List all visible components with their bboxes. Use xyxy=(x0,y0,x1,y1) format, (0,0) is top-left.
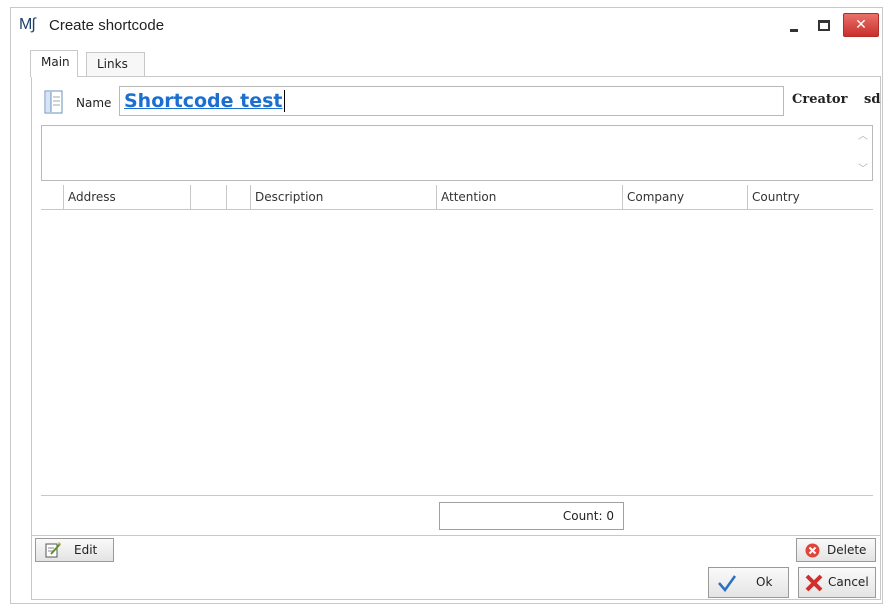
tab-main[interactable]: Main xyxy=(30,50,78,77)
description-textarea[interactable]: ︿ ﹀ xyxy=(41,125,873,181)
ok-button[interactable]: Ok xyxy=(708,567,789,598)
dialog-window: M∫ Create shortcode ✕ Main Links Name Sh… xyxy=(10,7,883,604)
name-input-value: Shortcode test xyxy=(124,90,285,112)
tab-links[interactable]: Links xyxy=(86,52,145,76)
column-header-blank-1[interactable] xyxy=(190,185,226,209)
cancel-label: Cancel xyxy=(828,575,869,589)
cancel-x-icon xyxy=(805,574,823,592)
cancel-button[interactable]: Cancel xyxy=(798,567,876,598)
column-header-attention[interactable]: Attention xyxy=(436,185,622,209)
column-header-address[interactable]: Address xyxy=(63,185,190,209)
name-label: Name xyxy=(76,96,112,110)
grid-header: Address Description Attention Company Co… xyxy=(41,185,873,210)
delete-icon xyxy=(805,543,820,558)
column-header-description[interactable]: Description xyxy=(250,185,436,209)
grid-footer-divider xyxy=(41,495,873,496)
edit-icon xyxy=(45,542,61,558)
toolbar-divider xyxy=(32,535,880,536)
grid-body[interactable] xyxy=(41,210,873,494)
edit-button[interactable]: Edit xyxy=(35,538,114,562)
ok-label: Ok xyxy=(756,575,773,589)
name-input[interactable]: Shortcode test xyxy=(119,86,784,116)
maximize-icon[interactable] xyxy=(812,14,834,38)
column-header-country[interactable]: Country xyxy=(747,185,873,209)
column-header-company[interactable]: Company xyxy=(622,185,747,209)
close-icon[interactable]: ✕ xyxy=(843,13,879,37)
edit-label: Edit xyxy=(74,543,98,557)
main-tab-panel: Name Shortcode test Creator sd ︿ ﹀ Addre… xyxy=(31,76,881,600)
window-title: Create shortcode xyxy=(49,17,165,34)
delete-label: Delete xyxy=(827,543,867,557)
scroll-down-icon[interactable]: ﹀ xyxy=(857,164,869,176)
count-display: Count: 0 xyxy=(439,502,624,530)
title-bar[interactable]: M∫ Create shortcode ✕ xyxy=(11,8,882,44)
creator-value: sd xyxy=(864,92,881,107)
scroll-up-icon[interactable]: ︿ xyxy=(857,131,869,143)
delete-button[interactable]: Delete xyxy=(796,538,876,562)
column-header-blank-2[interactable] xyxy=(226,185,250,209)
app-logo: M∫ xyxy=(19,16,36,33)
checkmark-icon xyxy=(718,575,737,592)
document-icon xyxy=(44,90,63,114)
minimize-icon[interactable] xyxy=(783,14,805,38)
creator-label: Creator xyxy=(792,92,848,107)
